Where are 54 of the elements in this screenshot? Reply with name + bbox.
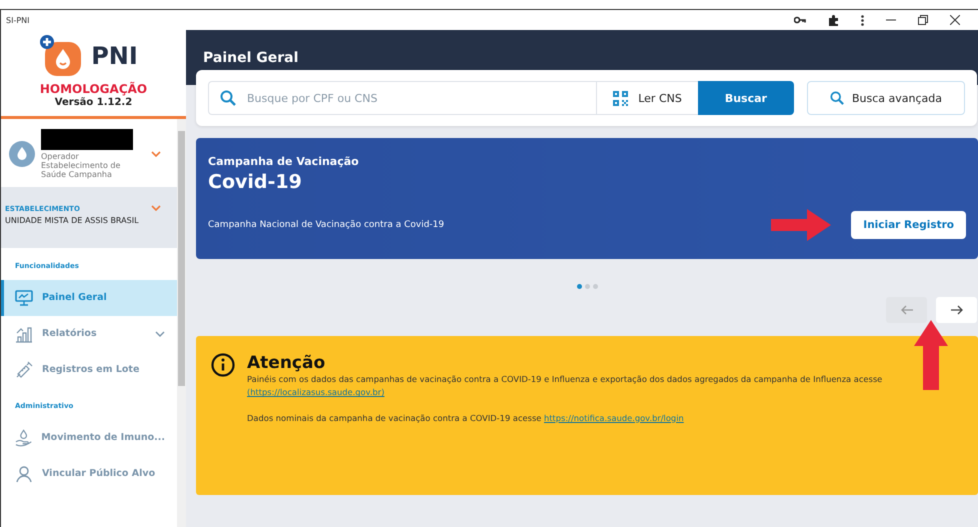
restore-icon[interactable]: [918, 15, 928, 25]
monitor-icon: [15, 288, 33, 307]
more-icon[interactable]: [861, 14, 864, 26]
logo-text: PNI: [91, 42, 138, 70]
chevron-down-icon: [155, 330, 165, 337]
user-role: Operador: [41, 152, 80, 161]
nav-item[interactable]: Registros em Lote: [1, 352, 177, 388]
next-button[interactable]: [936, 297, 977, 323]
window-title: SI-PNI: [6, 16, 30, 24]
hand-drop-icon: [15, 428, 32, 447]
establishment-name: UNIDADE MISTA DE ASSIS BRASIL: [5, 216, 140, 226]
person-icon: [15, 464, 33, 483]
syringe-icon: [15, 360, 33, 379]
environment-label: HOMOLOGAÇÃO: [40, 82, 148, 96]
advanced-search-button[interactable]: Busca avançada: [806, 81, 965, 115]
search-button[interactable]: Buscar: [698, 81, 794, 115]
alert-title: Atenção: [247, 353, 326, 373]
nav-item[interactable]: Vincular Público Alvo: [1, 456, 177, 492]
banner-description: Campanha Nacional de Vacinação contra a Covid-19: [208, 220, 446, 230]
arrow-right-icon: [950, 305, 962, 315]
banner-kicker: Campanha de Vacinação: [208, 155, 360, 168]
scrollbar[interactable]: [177, 119, 186, 527]
carousel-dot[interactable]: [592, 284, 598, 289]
carousel-dot[interactable]: [584, 284, 590, 289]
search-field[interactable]: Busque por CPF ou CNS: [208, 81, 596, 115]
read-cns-button[interactable]: Ler CNS: [596, 81, 698, 115]
close-icon[interactable]: [950, 15, 960, 25]
arrow-right-icon: [771, 209, 832, 241]
user-unit: Estabelecimento de Saúde Campanha: [41, 161, 122, 179]
nav-item[interactable]: Painel Geral: [1, 280, 177, 316]
qr-code-icon: [613, 90, 628, 106]
start-registration-button[interactable]: Iniciar Registro: [851, 211, 966, 239]
search-icon: [830, 91, 844, 105]
nav-item[interactable]: Movimento de Imuno...: [1, 420, 177, 456]
nav-item[interactable]: Relatórios: [1, 316, 177, 352]
arrow-up-icon: [914, 320, 948, 390]
version-label: Versão 1.12.2: [54, 97, 132, 108]
minimize-icon[interactable]: [886, 19, 896, 21]
info-icon: [211, 353, 235, 377]
user-avatar-icon: [9, 141, 35, 167]
key-icon[interactable]: [794, 16, 806, 24]
drop-logo-icon: [39, 34, 84, 78]
link[interactable]: https://notifica.saude.gov.br/login: [544, 412, 684, 423]
carousel-dot[interactable]: [576, 284, 582, 289]
bar-chart-icon: [15, 324, 33, 343]
arrow-left-icon: [900, 305, 912, 315]
puzzle-icon[interactable]: [828, 14, 839, 26]
search-icon: [220, 90, 236, 106]
page-title: Painel Geral: [203, 50, 298, 66]
alert-text: Dados nominais da campanha de vacinação contra a COVID-19 acesse https://notifica.saude.gov.br/login: [247, 412, 685, 425]
alert-text: Painéis com os dados das campanhas de vacinação contra a COVID-19 e Influenza e exportação dos dados agregados da campanha de Influenza acesse (https://localizasus.saude.gov.br): [247, 373, 884, 400]
banner-title: Covid-19: [208, 171, 303, 193]
chevron-down-icon[interactable]: [151, 151, 161, 157]
link[interactable]: (https://localizasus.saude.gov.br): [247, 387, 384, 398]
